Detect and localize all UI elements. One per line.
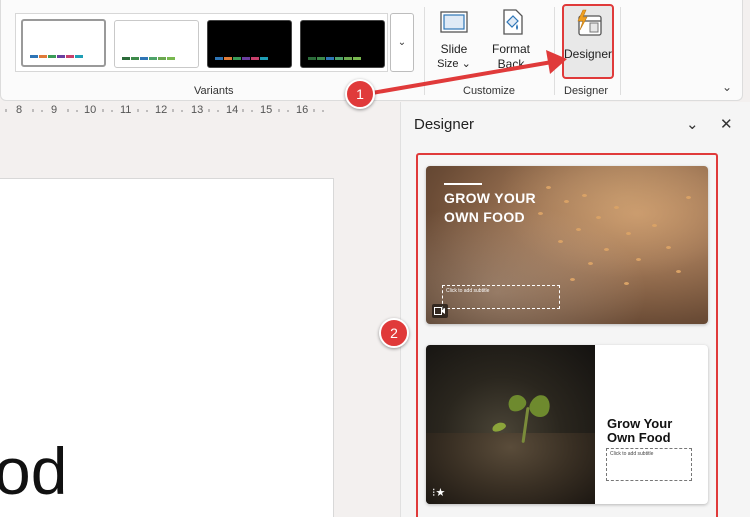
callout-arrow bbox=[371, 50, 567, 95]
callout-badge-1: 1 bbox=[345, 79, 375, 109]
callout-badge-2: 2 bbox=[379, 318, 409, 348]
